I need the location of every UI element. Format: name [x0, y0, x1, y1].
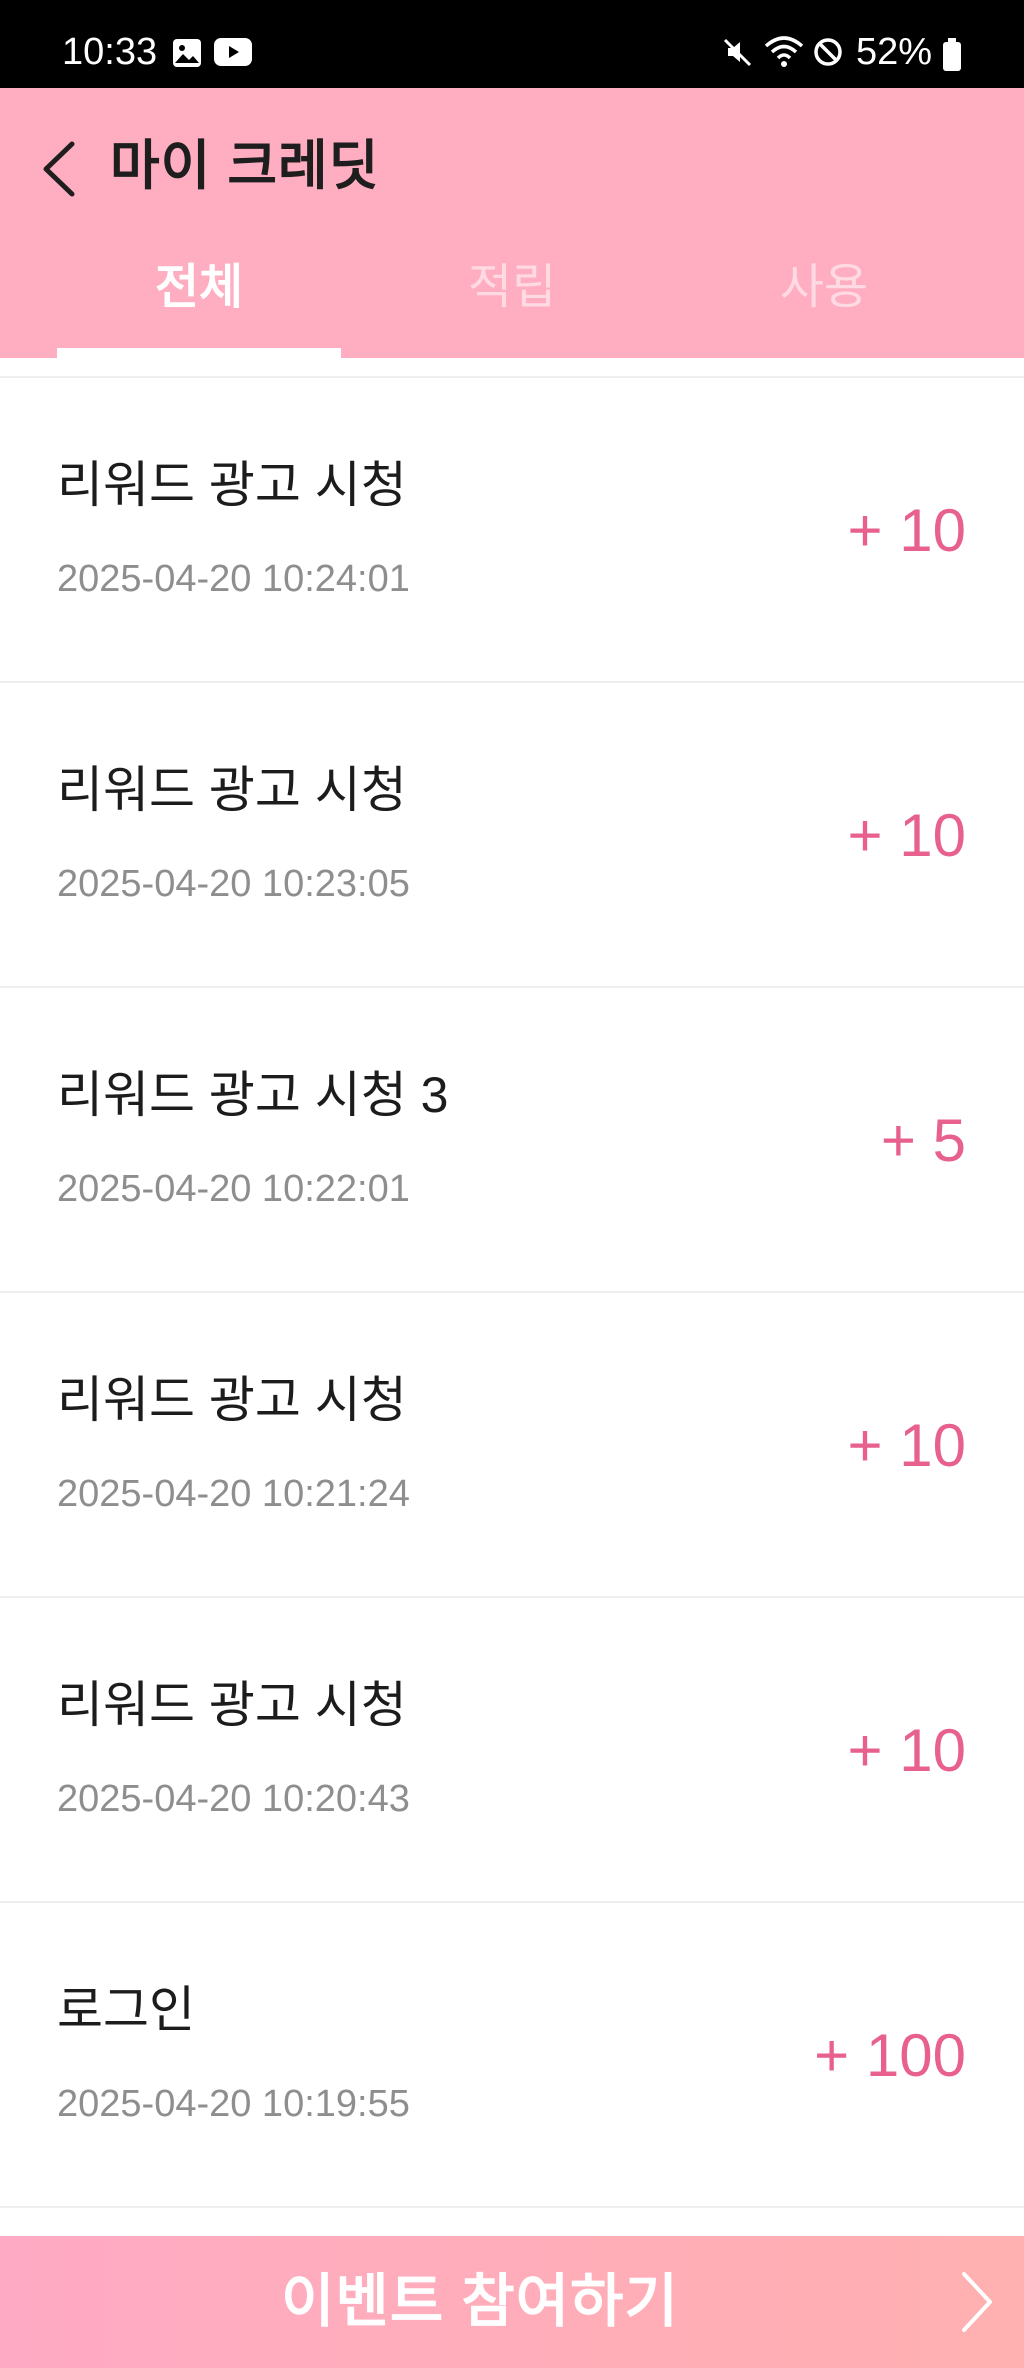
list-item: 리워드 광고 시청 2025-04-20 10:20:43 + 10	[0, 1598, 1024, 1903]
back-button[interactable]	[30, 124, 90, 214]
item-title: 리워드 광고 시청 3	[57, 1067, 449, 1123]
item-date: 2025-04-20 10:20:43	[57, 1778, 410, 1820]
mute-icon	[722, 36, 754, 73]
item-title: 리워드 광고 시청	[57, 1372, 407, 1428]
item-title: 로그인	[57, 1982, 195, 2038]
list-item: 리워드 광고 시청 3 2025-04-20 10:22:01 + 5	[0, 988, 1024, 1293]
tab-use[interactable]: 사용	[682, 248, 966, 358]
event-join-button[interactable]: 이벤트 참여하기	[0, 2236, 1024, 2368]
item-date: 2025-04-20 10:22:01	[57, 1168, 410, 1210]
item-amount: + 100	[814, 2022, 966, 2089]
youtube-icon	[214, 38, 252, 71]
app-header: 마이 크레딧 전체 적립 사용	[0, 88, 1024, 358]
list-item: 로그인 2025-04-20 10:19:55 + 100	[0, 1903, 1024, 2208]
status-time: 10:33	[62, 31, 158, 73]
credit-history-screen: 10:33 52% 마이 크레딧 전체 적립 사용 리워드 광고 시청 2025…	[0, 0, 1024, 2368]
gallery-icon	[172, 38, 202, 73]
tab-label: 사용	[779, 261, 869, 314]
wifi-icon	[764, 34, 804, 73]
credit-history-list: 리워드 광고 시청 2025-04-20 10:24:01 + 10 리워드 광…	[0, 376, 1024, 2208]
item-amount: + 10	[847, 1717, 966, 1784]
battery-icon	[942, 38, 962, 77]
list-item: 리워드 광고 시청 2025-04-20 10:24:01 + 10	[0, 378, 1024, 683]
list-item: 리워드 광고 시청 2025-04-20 10:23:05 + 10	[0, 683, 1024, 988]
item-title: 리워드 광고 시청	[57, 762, 407, 818]
event-join-label: 이벤트 참여하기	[281, 2269, 679, 2334]
item-amount: + 5	[880, 1107, 966, 1174]
active-tab-indicator	[57, 348, 341, 358]
item-title: 리워드 광고 시청	[57, 1677, 407, 1733]
block-icon	[812, 36, 844, 73]
page-title: 마이 크레딧	[110, 136, 380, 196]
list-item: 리워드 광고 시청 2025-04-20 10:21:24 + 10	[0, 1293, 1024, 1598]
tab-bar: 전체 적립 사용	[0, 248, 1024, 358]
item-date: 2025-04-20 10:23:05	[57, 863, 410, 905]
tab-label: 전체	[154, 261, 244, 314]
tab-label: 적립	[467, 261, 557, 314]
tab-all[interactable]: 전체	[57, 248, 341, 358]
status-bar: 10:33 52%	[0, 0, 1024, 88]
item-amount: + 10	[847, 1412, 966, 1479]
battery-level: 52%	[856, 31, 933, 73]
item-title: 리워드 광고 시청	[57, 457, 407, 513]
item-date: 2025-04-20 10:24:01	[57, 558, 410, 600]
chevron-right-icon	[956, 2268, 996, 2341]
chevron-left-icon	[43, 141, 75, 197]
item-amount: + 10	[847, 497, 966, 564]
tab-earn[interactable]: 적립	[370, 248, 654, 358]
item-date: 2025-04-20 10:19:55	[57, 2083, 410, 2125]
item-amount: + 10	[847, 802, 966, 869]
item-date: 2025-04-20 10:21:24	[57, 1473, 410, 1515]
